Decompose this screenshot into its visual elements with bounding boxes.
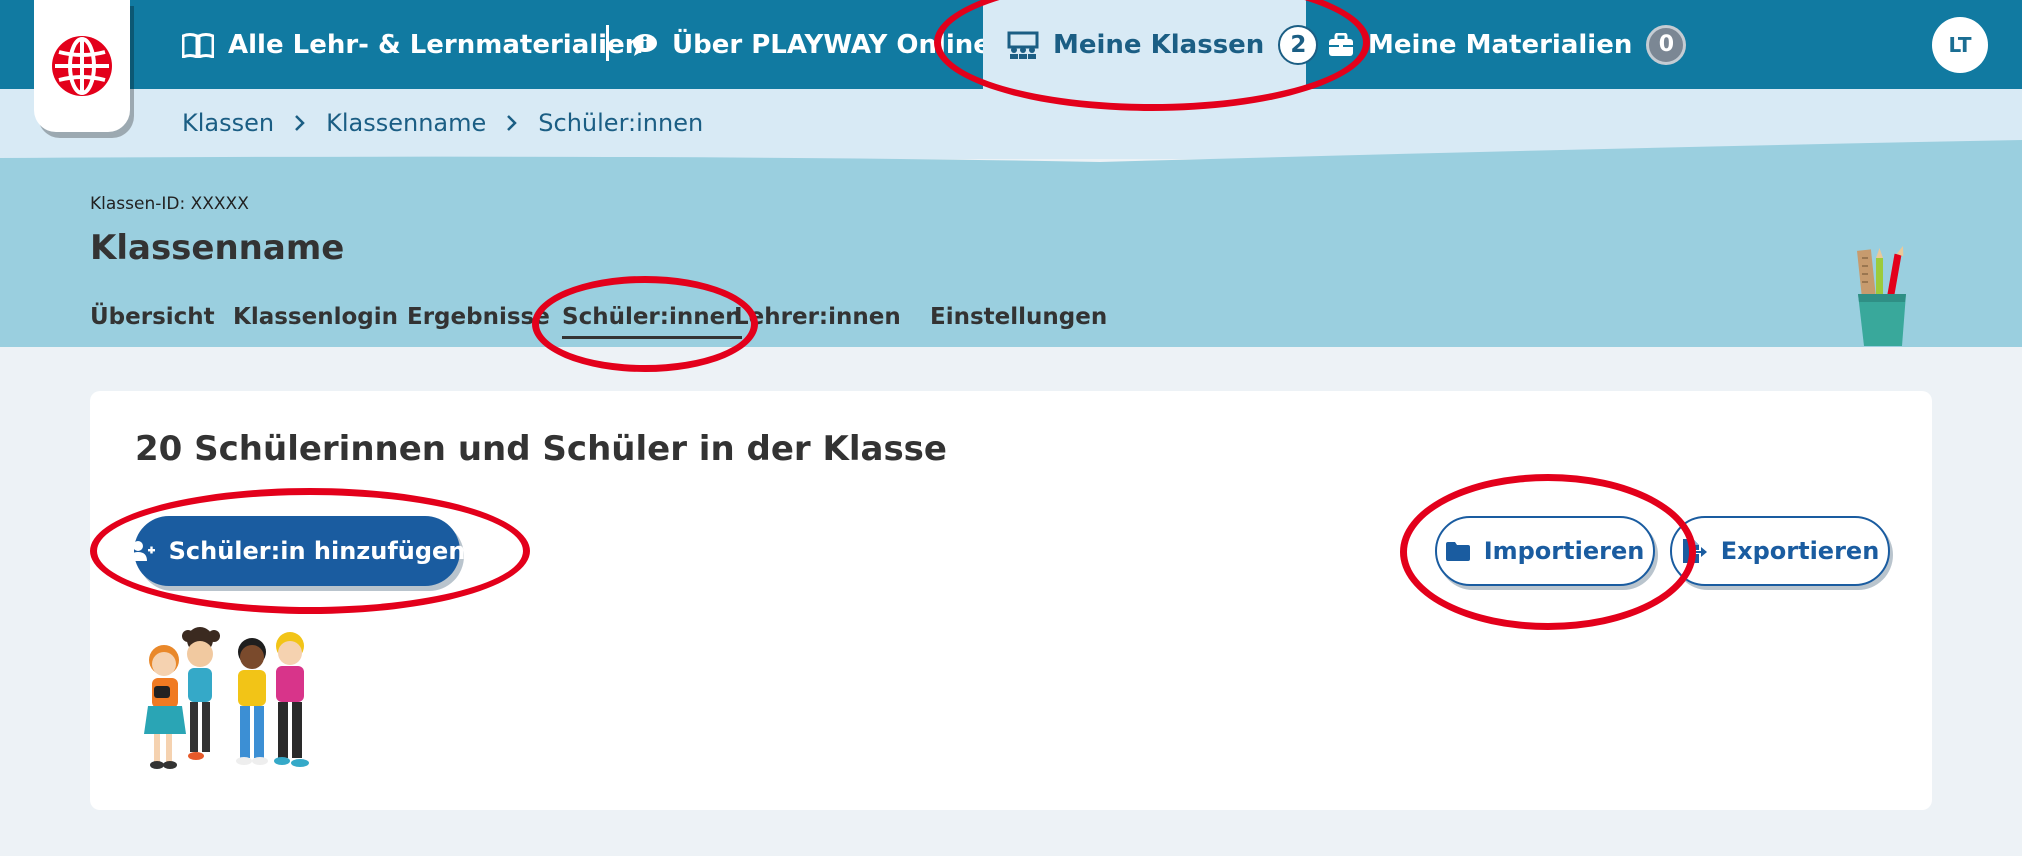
import-label: Importieren bbox=[1483, 537, 1645, 565]
nav-about-label: Über PLAYWAY Online bbox=[672, 29, 991, 60]
breadcrumb-current: Schüler:innen bbox=[538, 109, 704, 137]
breadcrumb-classes[interactable]: Klassen bbox=[182, 109, 274, 137]
class-id: Klassen-ID: XXXXX bbox=[90, 194, 249, 214]
add-student-label: Schüler:in hinzufügen bbox=[168, 537, 466, 565]
nav-my-classes-label: Meine Klassen bbox=[1053, 29, 1265, 60]
students-count-heading: 20 Schülerinnen und Schüler in der Klass… bbox=[135, 429, 947, 469]
tab-students[interactable]: Schüler:innen bbox=[562, 304, 742, 339]
tab-teachers[interactable]: Lehrer:innen bbox=[734, 304, 901, 330]
tab-overview[interactable]: Übersicht bbox=[90, 304, 215, 330]
classes-count-badge: 2 bbox=[1278, 24, 1319, 65]
nav-all-materials[interactable]: Alle Lehr- & Lernmaterialien bbox=[182, 0, 643, 89]
nav-my-classes[interactable]: Meine Klassen 2 bbox=[983, 0, 1319, 89]
book-icon bbox=[182, 32, 214, 58]
students-card: 20 Schülerinnen und Schüler in der Klass… bbox=[90, 391, 1932, 810]
tab-settings[interactable]: Einstellungen bbox=[930, 304, 1107, 330]
export-button[interactable]: Exportieren bbox=[1670, 516, 1890, 586]
tab-results[interactable]: Ergebnisse bbox=[407, 304, 550, 330]
nav-about[interactable]: Über PLAYWAY Online bbox=[632, 0, 991, 89]
add-user-icon bbox=[128, 540, 155, 562]
chevron-right-icon bbox=[294, 114, 306, 132]
briefcase-icon bbox=[1328, 32, 1354, 57]
nav-divider bbox=[606, 25, 609, 61]
nav-all-materials-label: Alle Lehr- & Lernmaterialien bbox=[228, 29, 644, 60]
nav-my-materials-label: Meine Materialien bbox=[1368, 29, 1633, 60]
import-button[interactable]: Importieren bbox=[1435, 516, 1655, 586]
students-illustration bbox=[144, 627, 309, 769]
nav-my-materials[interactable]: Meine Materialien 0 bbox=[1328, 0, 1687, 89]
add-student-button[interactable]: Schüler:in hinzufügen bbox=[128, 516, 465, 586]
breadcrumb-class-name[interactable]: Klassenname bbox=[326, 109, 486, 137]
globe-icon bbox=[52, 36, 112, 96]
folder-icon bbox=[1445, 541, 1470, 561]
tab-class-login[interactable]: Klassenlogin bbox=[233, 304, 398, 330]
chevron-right-icon bbox=[506, 114, 518, 132]
breadcrumb: Klassen Klassenname Schüler:innen bbox=[182, 108, 703, 138]
pencil-cup-illustration bbox=[1857, 246, 1906, 346]
export-label: Exportieren bbox=[1720, 537, 1880, 565]
top-navigation: Alle Lehr- & Lernmaterialien Über PLAYWA… bbox=[0, 0, 2022, 89]
user-avatar[interactable]: LT bbox=[1932, 17, 1988, 73]
class-title: Klassenname bbox=[90, 228, 345, 268]
file-export-icon bbox=[1681, 538, 1707, 564]
info-chat-icon bbox=[632, 33, 658, 57]
playway-logo[interactable] bbox=[34, 0, 130, 132]
classroom-icon bbox=[1007, 31, 1039, 59]
materials-count-badge: 0 bbox=[1646, 24, 1687, 65]
